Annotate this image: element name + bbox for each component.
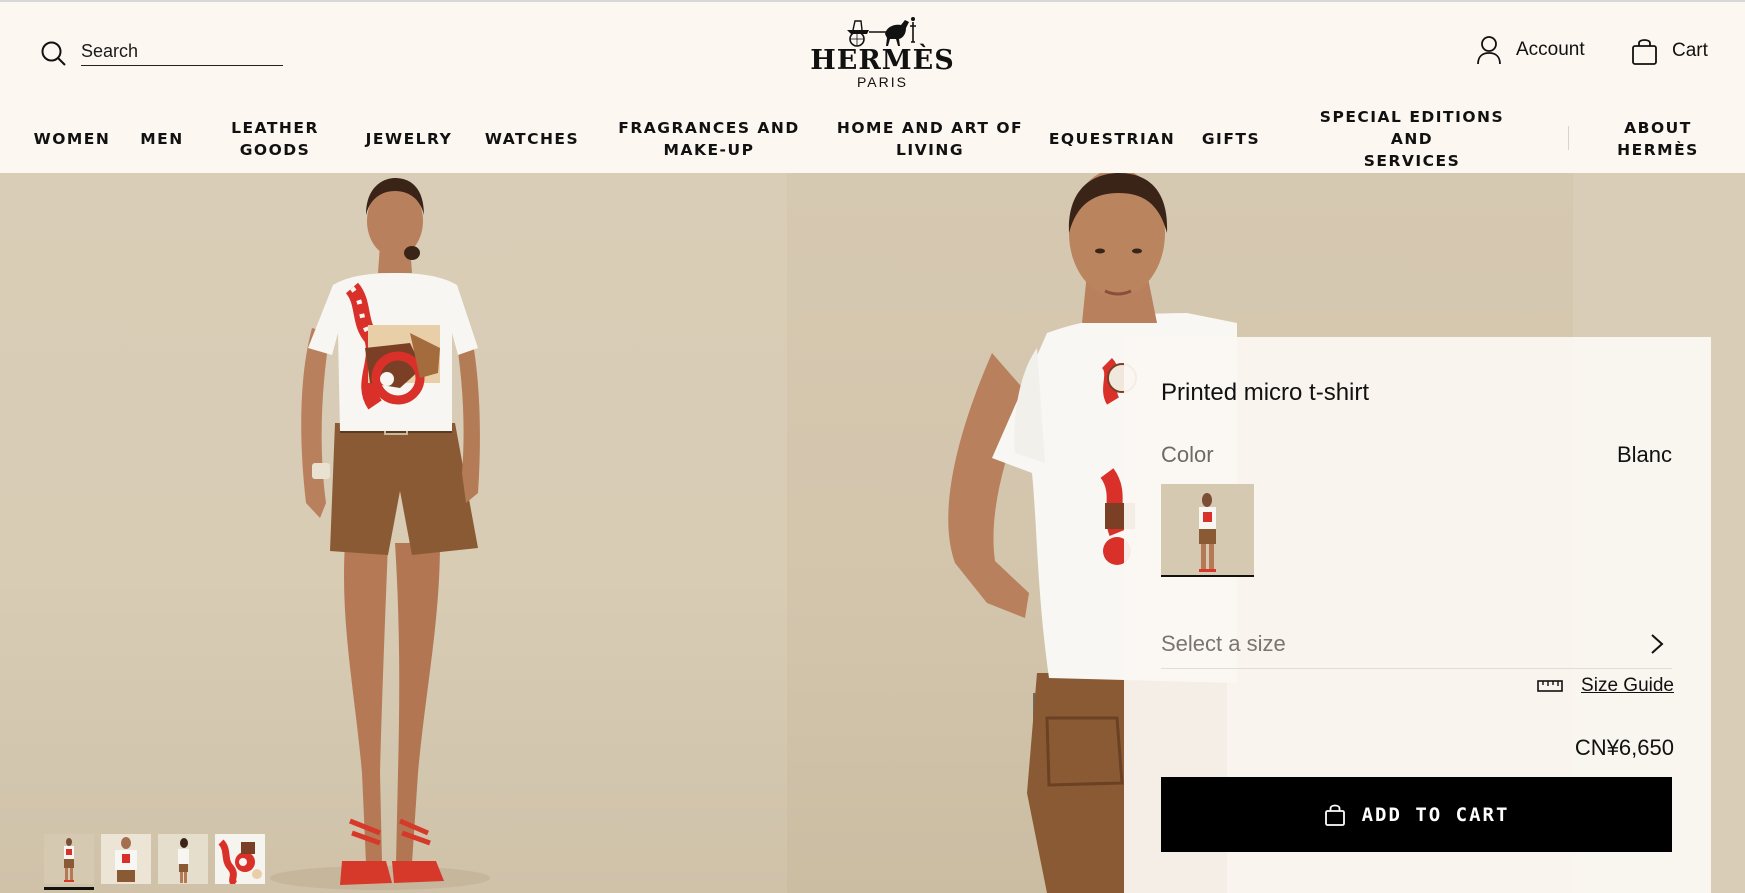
search-icon[interactable] — [40, 40, 67, 67]
nav-label: GOODS — [239, 141, 311, 159]
account-link[interactable]: Account — [1476, 35, 1585, 65]
nav-watches[interactable]: WATCHES — [482, 114, 582, 164]
cart-bag-icon — [1632, 39, 1657, 65]
model-full-length-illustration — [270, 178, 490, 890]
nav-label: WATCHES — [484, 130, 580, 148]
product-price: CN¥6,650 — [1574, 735, 1674, 760]
nav-fragrances-make-up[interactable]: FRAGRANCES AND MAKE-UP — [616, 114, 802, 164]
thumbnail-2[interactable] — [101, 834, 151, 890]
nav-women[interactable]: WOMEN — [28, 114, 116, 164]
nav-label: GIFTS — [1201, 130, 1261, 148]
size-guide-link[interactable]: Size Guide — [1537, 675, 1674, 697]
nav-label: HERMÈS — [1617, 141, 1699, 159]
thumbnail-4[interactable] — [215, 834, 265, 890]
nav-label: MAKE-UP — [663, 141, 755, 159]
color-label: Color — [1161, 442, 1214, 467]
thumbnail-1[interactable] — [44, 834, 94, 890]
nav-leather-goods[interactable]: LEATHER GOODS — [220, 114, 330, 164]
nav-label: SPECIAL EDITIONS AND — [1319, 108, 1505, 148]
size-guide-label: Size Guide — [1581, 675, 1674, 696]
size-placeholder: Select a size — [1161, 630, 1286, 656]
size-selector[interactable]: Select a size — [1161, 619, 1672, 669]
add-to-cart-label: ADD TO CART — [1361, 803, 1510, 826]
brand-logo[interactable]: HERMÈS PARIS — [810, 12, 955, 90]
active-thumbnail-indicator — [44, 887, 94, 890]
nav-label: LEATHER — [231, 119, 319, 137]
nav-label: ABOUT — [1624, 119, 1692, 137]
nav-label: HOME AND ART OF — [836, 119, 1024, 137]
account-icon — [1477, 36, 1501, 65]
nav-label: WOMEN — [33, 130, 111, 148]
account-label: Account — [1516, 39, 1585, 60]
product-info-panel: Printed micro t-shirt Color Blanc Select… — [1124, 337, 1711, 893]
nav-about-hermes[interactable]: ABOUT HERMÈS — [1600, 114, 1716, 164]
site-header: Search HERMÈS PARIS Account Cart WOMEN M… — [0, 0, 1745, 173]
nav-gifts[interactable]: GIFTS — [1198, 114, 1264, 164]
cart-label: Cart — [1672, 40, 1708, 61]
nav-divider — [1568, 126, 1569, 150]
thumbnail-strip — [44, 834, 265, 890]
nav-equestrian[interactable]: EQUESTRIAN — [1048, 114, 1176, 164]
color-value: Blanc — [1616, 442, 1672, 467]
nav-label: LIVING — [895, 141, 965, 159]
color-row: Color Blanc — [1161, 442, 1672, 468]
nav-label: MEN — [140, 130, 184, 148]
search-input[interactable]: Search — [81, 41, 283, 66]
nav-label: FRAGRANCES AND — [618, 119, 800, 137]
main-navigation: WOMEN MEN LEATHER GOODS JEWELRY WATCHES F… — [0, 108, 1745, 170]
brand-name: HERMÈS — [810, 45, 955, 76]
search-bar[interactable]: Search — [40, 40, 283, 67]
color-swatch-image — [1161, 484, 1254, 575]
thumbnail-closeup-image — [101, 834, 151, 884]
thumbnail-print-detail-image — [215, 834, 265, 884]
cart-link[interactable]: Cart — [1631, 37, 1708, 65]
chevron-right-icon — [1651, 633, 1664, 654]
thumbnail-3[interactable] — [158, 834, 208, 890]
nav-label: EQUESTRIAN — [1048, 130, 1176, 148]
nav-special-editions-services[interactable]: SPECIAL EDITIONS AND SERVICES — [1300, 108, 1524, 170]
brand-city: PARIS — [857, 74, 908, 90]
product-title: Printed micro t-shirt — [1161, 379, 1370, 406]
color-swatch-blanc[interactable] — [1161, 484, 1254, 577]
add-to-cart-button[interactable]: ADD TO CART — [1161, 777, 1672, 852]
shopping-bag-icon — [1324, 804, 1345, 826]
nav-home-art-of-living[interactable]: HOME AND ART OF LIVING — [834, 114, 1026, 164]
nav-label: JEWELRY — [365, 130, 453, 148]
product-photo-front[interactable] — [0, 173, 787, 893]
nav-jewelry[interactable]: JEWELRY — [362, 114, 456, 164]
nav-men[interactable]: MEN — [132, 114, 192, 164]
thumbnail-front-image — [44, 834, 94, 884]
thumbnail-side-image — [158, 834, 208, 884]
ruler-icon — [1537, 680, 1563, 692]
hermes-carriage-logo — [846, 17, 916, 47]
nav-label: SERVICES — [1363, 152, 1461, 170]
